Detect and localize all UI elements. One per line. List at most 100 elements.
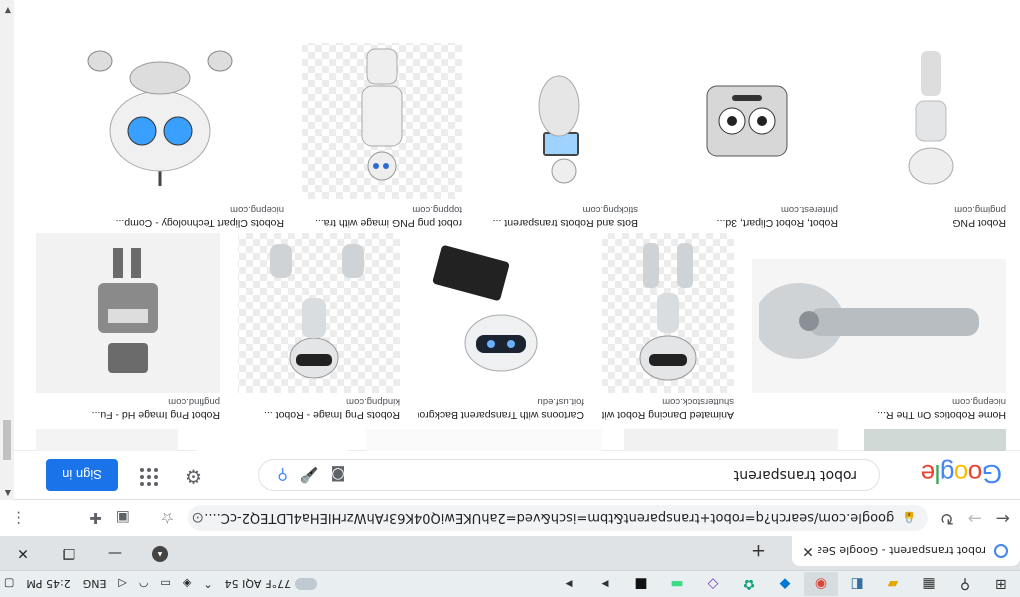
white-robot-image xyxy=(361,48,403,181)
result-source[interactable]: shutterstock.com xyxy=(602,396,734,407)
partial-image-2[interactable] xyxy=(624,429,838,451)
battery-icon[interactable]: ▭ xyxy=(161,578,171,591)
weather-widget[interactable]: 77°F AQI 54 xyxy=(225,578,318,591)
partial-image-3[interactable] xyxy=(366,429,602,451)
vscode2-icon[interactable]: ▸ xyxy=(588,572,622,596)
visual-studio-icon[interactable]: ◇ xyxy=(696,572,730,596)
sign-in-button[interactable]: Sign in xyxy=(46,459,118,491)
result-image[interactable] xyxy=(752,259,1006,393)
result-image[interactable] xyxy=(418,233,584,393)
reload-icon[interactable]: ↻ xyxy=(940,508,954,528)
extension-icon[interactable]: ▣ xyxy=(116,509,130,527)
result-card[interactable]: Robot, Robot Clipart, 3d... pinterest.co… xyxy=(656,0,838,235)
result-source[interactable]: pinterest.com xyxy=(656,204,838,215)
result-caption[interactable]: robot png PNG image with tra... xyxy=(302,217,462,229)
result-caption[interactable]: Robot, Robot Clipart, 3d... xyxy=(656,217,838,229)
result-card[interactable]: Robot Png Image Hd - Fu... pngfind.com xyxy=(36,233,220,425)
robot-hand-image xyxy=(759,283,979,359)
partial-image-1[interactable] xyxy=(864,429,1006,451)
android-studio-icon[interactable]: ▬ xyxy=(660,572,694,596)
partial-image-5[interactable] xyxy=(36,429,178,451)
browser-tab[interactable]: robot transparent - Google Sear ✕ xyxy=(792,536,1020,566)
close-tab-icon[interactable]: ✕ xyxy=(798,543,818,559)
search-input[interactable]: robot transparent xyxy=(345,467,857,483)
windows-icon[interactable]: ⊞ xyxy=(984,572,1018,596)
menu-kebab-icon[interactable]: ⋮ xyxy=(11,509,26,527)
result-source[interactable]: kindpng.com xyxy=(238,396,400,407)
chrome-icon[interactable]: ◉ xyxy=(804,572,838,596)
result-card[interactable]: Cartoons with Transparent Backgrounds | … xyxy=(418,233,584,425)
vscode3-icon[interactable]: ▸ xyxy=(552,572,586,596)
lock-icon[interactable]: 🔒 xyxy=(902,512,916,525)
page-scrollbar[interactable]: ▲ ▼ xyxy=(0,0,14,500)
minimize-icon[interactable]: — xyxy=(92,536,138,570)
result-card[interactable]: Animated Dancing Robot with Alpha Stock.… xyxy=(602,233,734,425)
result-image[interactable] xyxy=(36,43,284,199)
back-icon[interactable]: ← xyxy=(996,508,1010,528)
result-caption[interactable]: Animated Dancing Robot with Alpha Stock.… xyxy=(602,409,734,421)
file-explorer-icon[interactable]: ▰ xyxy=(876,572,910,596)
clock[interactable]: 2:45 PM xyxy=(26,578,70,591)
result-caption[interactable]: Cartoons with Transparent Backgrounds | … xyxy=(418,409,584,421)
result-card[interactable]: Bots and Robots transparent ... stickpng… xyxy=(480,0,638,235)
result-image[interactable] xyxy=(36,233,220,393)
result-caption[interactable]: Home Robotics On The R... xyxy=(752,409,1006,421)
close-window-icon[interactable]: ✕ xyxy=(0,536,46,570)
google-lens-icon[interactable]: ⊙ xyxy=(191,509,204,527)
mic-icon[interactable]: 🎤 xyxy=(300,466,319,484)
result-caption[interactable]: Bots and Robots transparent ... xyxy=(480,217,638,229)
tab-search-icon[interactable]: ▴ xyxy=(152,546,168,562)
result-source[interactable]: stickpng.com xyxy=(480,204,638,215)
result-source[interactable]: toppng.com xyxy=(302,204,462,215)
chatgpt-icon[interactable]: ✿ xyxy=(732,572,766,596)
result-card[interactable]: Robots Png Image - Robot ... kindpng.com xyxy=(238,233,400,425)
result-caption[interactable]: Robot Png Image Hd - Fu... xyxy=(36,409,220,421)
bookmark-star-icon[interactable]: ☆ xyxy=(161,509,174,527)
scrollbar-thumb[interactable] xyxy=(3,420,11,460)
search-icon[interactable]: ⚲ xyxy=(948,572,982,596)
bot-tablet-image xyxy=(538,75,580,184)
result-image[interactable] xyxy=(238,233,400,393)
search-icon[interactable]: ⚲ xyxy=(277,466,288,484)
volume-icon[interactable]: ◁ xyxy=(118,578,126,591)
search-box[interactable]: robot transparent ◙ 🎤 ⚲ xyxy=(258,459,880,491)
apps-grid-icon[interactable] xyxy=(140,468,158,486)
result-image[interactable] xyxy=(602,233,734,393)
new-tab-icon[interactable]: + xyxy=(751,540,766,561)
camera-icon[interactable]: ◙ xyxy=(331,466,346,484)
result-source[interactable]: pngfind.com xyxy=(36,396,220,407)
result-card[interactable]: Home Robotics On The R... nicepng.com xyxy=(752,253,1006,425)
partial-image-4[interactable] xyxy=(196,429,348,451)
result-source[interactable]: nicepng.com xyxy=(36,204,284,215)
result-caption[interactable]: Robots Png Image - Robot ... xyxy=(238,409,400,421)
chevron-up-icon[interactable]: ⌃ xyxy=(203,578,212,591)
forward-icon[interactable]: → xyxy=(968,508,982,528)
result-image[interactable] xyxy=(480,43,638,199)
vscode-icon[interactable]: ◆ xyxy=(768,572,802,596)
language-indicator[interactable]: ENG xyxy=(83,578,107,591)
restore-icon[interactable]: ❐ xyxy=(46,536,92,570)
puzzle-icon[interactable]: ✚ xyxy=(89,509,102,527)
result-caption[interactable]: Robots Clipart Technology - Comp... xyxy=(36,217,284,229)
settings-gear-icon[interactable]: ⚙ xyxy=(185,465,202,487)
address-bar[interactable]: 🔒 google.com/search?q=robot+transparent&… xyxy=(188,505,928,531)
result-card[interactable]: Robot PNG pngimg.com xyxy=(856,0,1006,235)
result-card[interactable]: Robots Clipart Technology - Comp... nice… xyxy=(36,0,284,235)
wifi-icon[interactable]: ◠ xyxy=(139,578,149,591)
result-source[interactable]: nicepng.com xyxy=(752,396,1006,407)
result-image[interactable] xyxy=(656,43,838,199)
result-image[interactable] xyxy=(302,43,462,199)
scroll-up-icon[interactable]: ▲ xyxy=(5,489,11,498)
result-source[interactable]: foit.usf.edu xyxy=(418,396,584,407)
result-card[interactable]: robot png PNG image with tra... toppng.c… xyxy=(302,0,462,235)
result-source[interactable]: pngimg.com xyxy=(856,204,1006,215)
result-caption[interactable]: Robot PNG xyxy=(856,217,1006,229)
notification-icon[interactable]: ▢ xyxy=(4,578,14,591)
task-view-icon[interactable]: ▦ xyxy=(912,572,946,596)
scroll-down-icon[interactable]: ▼ xyxy=(5,6,11,15)
result-image[interactable] xyxy=(856,43,1006,199)
dropbox-icon[interactable]: ◈ xyxy=(183,578,191,591)
python-icon[interactable]: ◧ xyxy=(840,572,874,596)
terminal-icon[interactable]: ■ xyxy=(624,572,658,596)
google-logo[interactable]: Google xyxy=(921,458,1002,489)
